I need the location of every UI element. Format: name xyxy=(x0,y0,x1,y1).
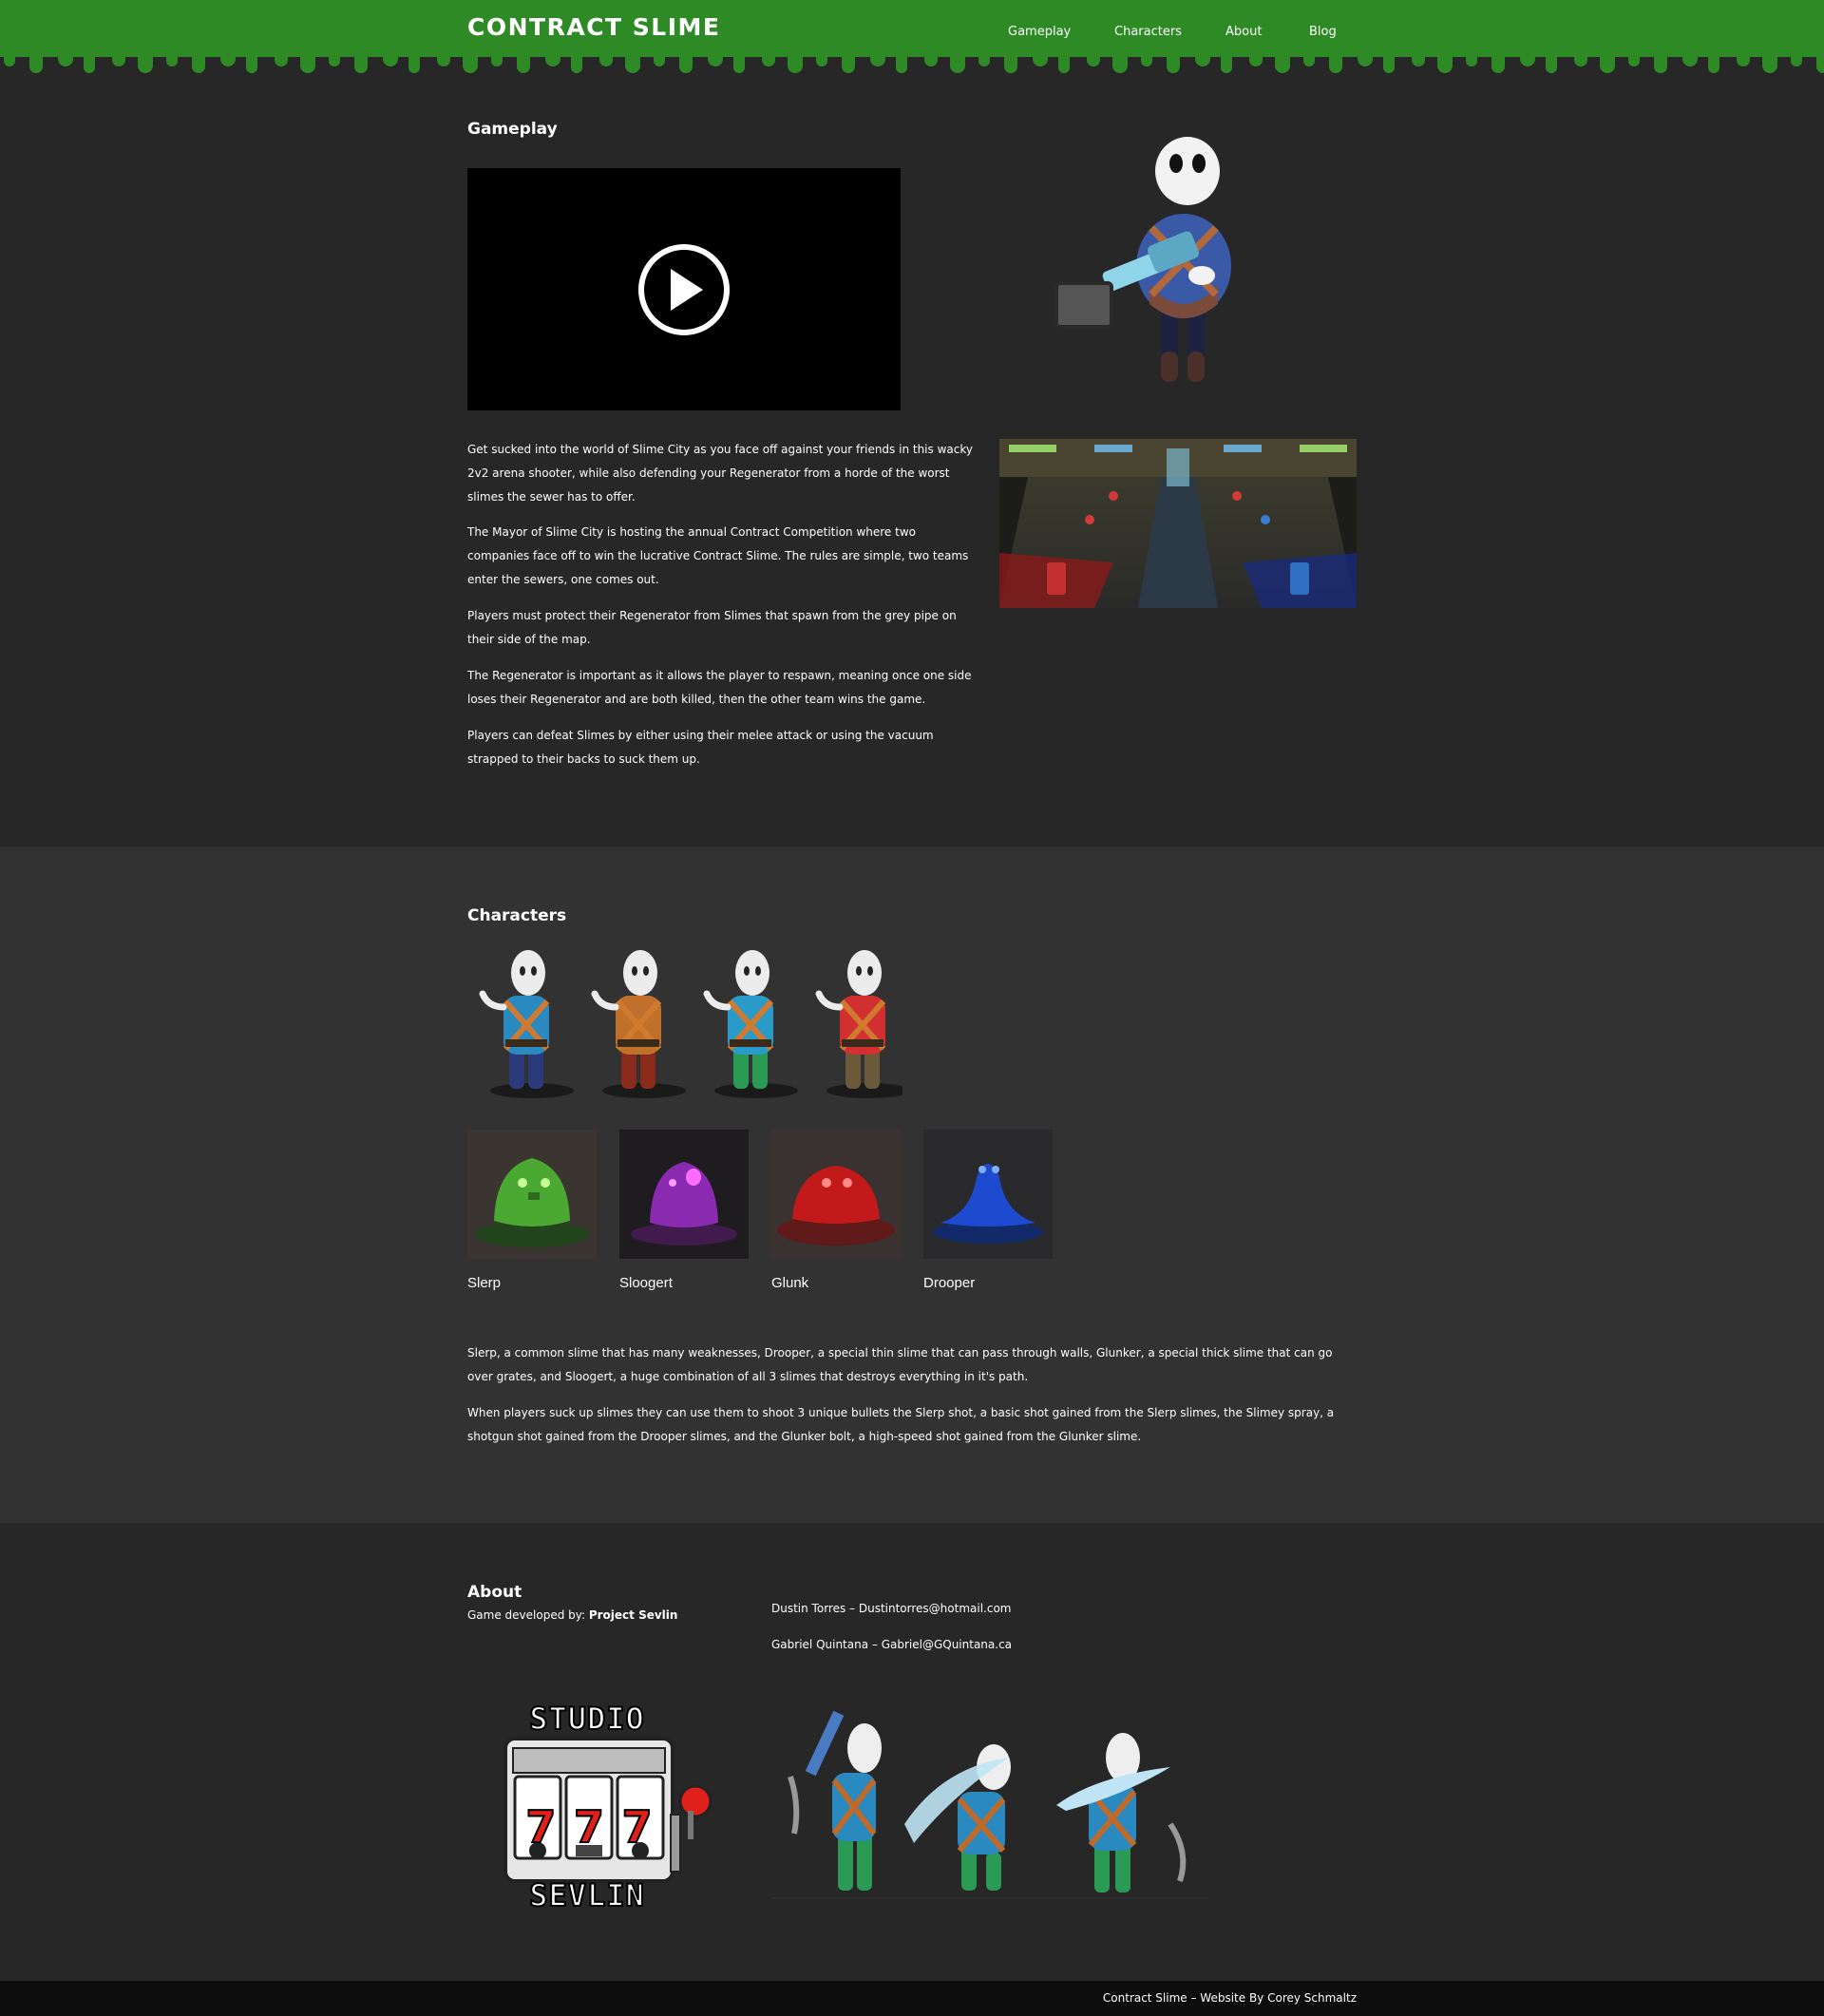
contractor-character-3 xyxy=(703,950,798,1098)
contractor-character-2 xyxy=(591,950,686,1098)
about-title: About xyxy=(467,1583,522,1602)
play-button[interactable] xyxy=(638,244,730,335)
contact-gabriel: Gabriel Quintana – Gabriel@GQuintana.ca xyxy=(771,1638,1013,1651)
slime-label-drooper: Drooper xyxy=(923,1275,976,1291)
characters-title: Characters xyxy=(467,906,567,925)
characters-paragraph-2: When players suck up slimes they can use… xyxy=(467,1406,1335,1443)
slime-thumb-drooper xyxy=(923,1130,1053,1259)
site-logo[interactable]: CONTRACT SLIME xyxy=(467,13,720,41)
gameplay-paragraph-5: Players can defeat Slimes by either usin… xyxy=(467,729,934,766)
gameplay-paragraph-4: The Regenerator is important as it allow… xyxy=(467,669,972,706)
contractor-vacuum-illustration xyxy=(1054,137,1231,382)
gameplay-video[interactable] xyxy=(467,168,901,410)
footer-credit: Contract Slime – Website By Corey Schmal… xyxy=(1102,1991,1357,2005)
contractor-character-4 xyxy=(815,950,902,1098)
nav-gameplay[interactable]: Gameplay xyxy=(1008,25,1071,39)
nav-characters[interactable]: Characters xyxy=(1114,25,1182,39)
developer-credit: Game developed by: Project Sevlin xyxy=(467,1608,677,1622)
contractor-characters-lineup xyxy=(479,950,902,1098)
gameplay-paragraph-1: Get sucked into the world of Slime City … xyxy=(467,443,973,504)
studio-logo-bottom: SEVLIN xyxy=(528,1876,645,1914)
slot-reels: 7 7 7 xyxy=(517,1800,661,1854)
studio-logo-top: STUDIO xyxy=(528,1700,645,1738)
slime-label-slerp: Slerp xyxy=(467,1275,502,1291)
play-icon xyxy=(671,269,703,311)
developed-by-label: Game developed by: xyxy=(467,1608,589,1622)
contact-dustin: Dustin Torres – Dustintorres@hotmail.com xyxy=(771,1602,1012,1615)
nav-blog[interactable]: Blog xyxy=(1309,25,1337,39)
studio-sevlin-logo: STUDIO 7 7 7 SEVLIN xyxy=(504,1699,722,1923)
contractor-action-illustration xyxy=(771,1710,1208,1899)
slime-thumb-sloogert xyxy=(619,1130,749,1259)
contractor-character-1 xyxy=(479,950,574,1098)
arena-screenshot xyxy=(999,439,1357,608)
studio-name: Project Sevlin xyxy=(588,1608,678,1622)
characters-paragraph-1: Slerp, a common slime that has many weak… xyxy=(467,1346,1333,1383)
site-footer: Contract Slime – Website By Corey Schmal… xyxy=(0,1981,1824,2016)
slime-thumb-slerp xyxy=(467,1130,597,1259)
slime-label-sloogert: Sloogert xyxy=(619,1275,673,1291)
reel-3-digit: 7 xyxy=(621,1800,654,1854)
gameplay-paragraph-2: The Mayor of Slime City is hosting the a… xyxy=(467,525,969,586)
slime-thumb-glunk xyxy=(771,1130,901,1259)
gameplay-paragraph-3: Players must protect their Regenerator f… xyxy=(467,609,957,646)
reel-2-digit: 7 xyxy=(573,1800,605,1854)
slime-label-glunk: Glunk xyxy=(771,1275,809,1291)
nav-about[interactable]: About xyxy=(1226,25,1262,39)
reel-1-digit: 7 xyxy=(524,1800,557,1854)
slime-drips xyxy=(0,48,1824,73)
site-header: CONTRACT SLIME Gameplay Characters About… xyxy=(0,0,1824,95)
gameplay-title: Gameplay xyxy=(467,120,558,139)
